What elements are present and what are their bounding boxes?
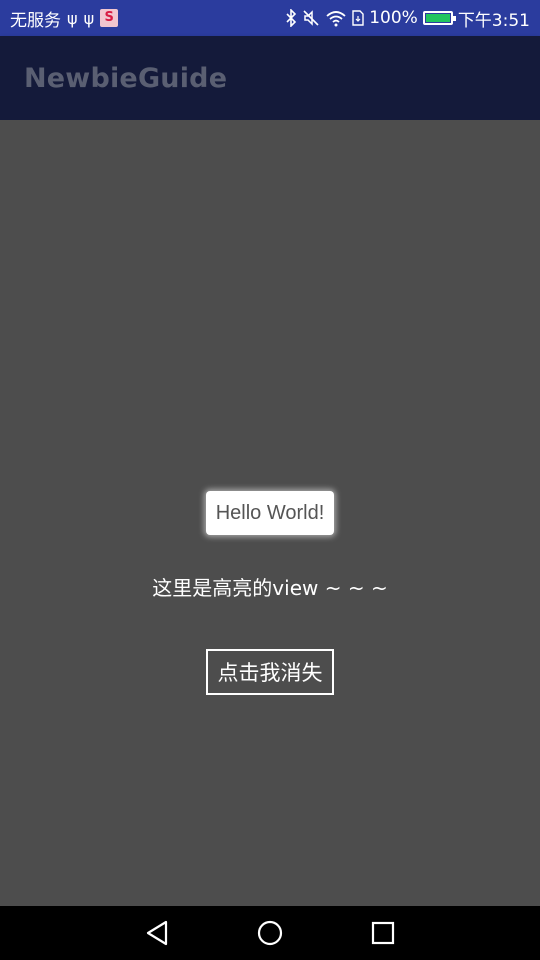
guide-hint-text: 这里是高亮的view ~ ~ ~ (152, 576, 388, 600)
battery-cap (452, 16, 456, 21)
battery-icon (422, 11, 456, 25)
clock: 下午3:51 (457, 10, 530, 31)
phone-screen: 无服务 ψ ψ S 100% 下午3:51 NewbieGuide Hello … (0, 0, 540, 960)
recents-icon[interactable] (363, 913, 403, 953)
status-left: 无服务 ψ ψ S (10, 6, 119, 31)
wifi-icon (325, 9, 347, 27)
app-notification-icon: S (100, 9, 119, 27)
hello-world-text: Hello World! (215, 501, 325, 524)
guide-overlay[interactable]: Hello World! 这里是高亮的view ~ ~ ~ 点击我消失 (0, 120, 540, 906)
bluetooth-icon (285, 9, 297, 27)
sim-card-icon (352, 9, 364, 27)
home-icon[interactable] (250, 913, 290, 953)
dismiss-button[interactable]: 点击我消失 (206, 649, 334, 695)
usb-debug-icon: ψ (83, 8, 95, 28)
app-bar: NewbieGuide (0, 36, 540, 120)
navigation-bar (0, 906, 540, 960)
status-right: 100% 下午3:51 (285, 6, 530, 31)
app-title: NewbieGuide (24, 62, 228, 94)
usb-icon: ψ (67, 8, 78, 28)
mute-icon (302, 9, 320, 27)
status-bar: 无服务 ψ ψ S 100% 下午3:51 (0, 0, 540, 36)
carrier-text: 无服务 (10, 10, 61, 31)
highlighted-view[interactable]: Hello World! (206, 491, 334, 535)
battery-fill (425, 14, 450, 22)
battery-percent: 100% (369, 8, 418, 28)
back-icon[interactable] (137, 913, 177, 953)
